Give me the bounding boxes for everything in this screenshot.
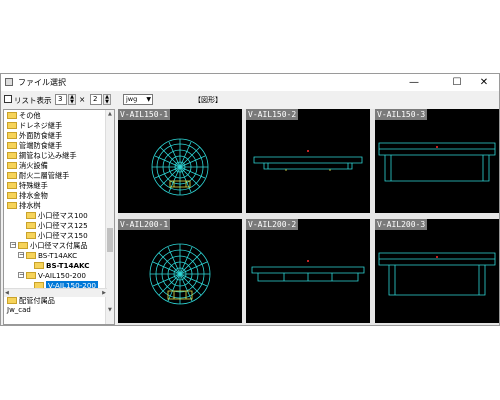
list-view-label: リスト表示 [14,96,52,105]
folder-icon [26,211,36,219]
folder-icon [7,181,17,189]
tree-item-pipe-end-anticorrosion[interactable]: 管端防食継手 [7,141,62,151]
preview-label: 【図形】 [194,96,222,104]
tree-item-screw-fittings[interactable]: 鋼管ねじ込み継手 [7,151,77,161]
tree-item-small-basin-150[interactable]: 小口径マス150 [26,231,88,241]
folder-icon [7,151,17,159]
section-view-drawing [378,142,496,182]
collapse-icon[interactable]: − [10,242,16,248]
app-icon [5,78,13,86]
folder-icon [7,111,17,119]
extension-value: jwg [126,95,138,103]
collapse-icon[interactable]: − [18,272,24,278]
thumbnail-v-ail200-2[interactable]: V-AIL200-2 [246,219,370,323]
close-button[interactable]: ✕ [469,74,499,91]
thumbnail-label: V-AIL200-2 [246,219,299,230]
folder-icon [7,161,17,169]
folder-tree[interactable]: その他 ドレネジ継手 外面防食継手 管端防食継手 鋼管ねじ込み継手 消火設備 耐… [3,109,115,325]
folder-icon [7,131,17,139]
file-select-window: ファイル選択 — ☐ ✕ リスト表示 3 ▲ ▼ × 2 ▲ ▼ jwg ▼ 【図形… [0,73,500,326]
tree-item-special-fittings[interactable]: 特殊継手 [7,181,48,191]
tree-item-dreneji[interactable]: ドレネジ継手 [7,121,62,131]
tree-item-drain-hardware[interactable]: 排水金物 [7,191,48,201]
folder-icon [7,141,17,149]
folder-icon [26,231,36,239]
collapse-icon[interactable]: − [18,252,24,258]
plan-view-drawing [149,243,211,305]
tree-item-small-basin-125[interactable]: 小口径マス125 [26,221,88,231]
thumbnail-v-ail150-3[interactable]: V-AIL150-3 [375,109,499,213]
thumbnail-label: V-AIL200-1 [118,219,171,230]
tree-item-other[interactable]: その他 [7,111,41,121]
thumbnail-v-ail200-3[interactable]: V-AIL200-3 [375,219,499,323]
folder-open-icon [26,251,36,259]
thumbnail-label: V-AIL200-3 [375,219,428,230]
thumbnail-v-ail150-2[interactable]: V-AIL150-2 [246,109,370,213]
folder-icon [7,201,17,209]
section-view-drawing [378,252,496,296]
tree-item-bs-t14akc[interactable]: − BS-T14AKC [18,251,77,261]
scroll-right-icon[interactable]: ▶ [102,290,106,296]
columns-stepper[interactable]: ▲ ▼ [68,94,76,105]
rows-stepper[interactable]: ▲ ▼ [103,94,111,105]
extension-select[interactable]: jwg ▼ [123,94,153,105]
folder-icon [7,191,17,199]
tree-item-bs-t14akc-child[interactable]: BS-T14AKC [34,261,90,271]
tree-item-small-basin-accessories[interactable]: − 小口径マス付属品 [10,241,88,251]
tree-item-outer-anticorrosion[interactable]: 外面防食継手 [7,131,62,141]
rows-input[interactable]: 2 [90,94,102,105]
thumbnail-label: V-AIL150-1 [118,109,171,120]
scroll-up-icon[interactable]: ▲ [108,111,112,117]
thumbnail-label: V-AIL150-2 [246,109,299,120]
chevron-down-icon: ▼ [146,96,151,103]
thumbnail-grid: V-AIL150-1 V-AIL150-2 V-AIL150-3 V-AIL20… [118,109,499,325]
window-title: ファイル選択 [18,78,66,87]
scroll-down-icon[interactable]: ▼ [108,307,112,313]
folder-icon [26,221,36,229]
toolbar: リスト表示 3 ▲ ▼ × 2 ▲ ▼ jwg ▼ 【図形】 [1,92,499,108]
thumbnail-v-ail150-1[interactable]: V-AIL150-1 [118,109,242,213]
plan-view-drawing [151,138,209,196]
folder-icon [7,171,17,179]
tree-item-drain-basin[interactable]: 排水桝 [7,201,41,211]
folder-icon [7,296,17,304]
tree-item-pipe-accessories[interactable]: 配管付属品 [7,296,55,306]
thumbnail-v-ail200-1[interactable]: V-AIL200-1 [118,219,242,323]
tree-status-jwcad: Jw_cad [7,306,31,314]
scroll-left-icon[interactable]: ◀ [5,290,9,296]
columns-input[interactable]: 3 [55,94,67,105]
side-view-drawing [251,260,365,282]
tree-item-fire-equipment[interactable]: 消火設備 [7,161,48,171]
folder-open-icon [18,241,28,249]
minimize-button[interactable]: — [399,74,429,91]
list-view-checkbox[interactable] [4,95,12,103]
tree-item-small-basin-100[interactable]: 小口径マス100 [26,211,88,221]
times-sign: × [79,95,86,104]
tree-item-fireproof-fittings[interactable]: 耐火二層管継手 [7,171,69,181]
scroll-thumb[interactable] [107,228,113,252]
folder-open-icon [26,271,36,279]
folder-icon [34,261,44,269]
thumbnail-label: V-AIL150-3 [375,109,428,120]
folder-icon [7,121,17,129]
side-view-drawing [253,150,363,171]
tree-horizontal-scrollbar[interactable]: ◀ ▶ [4,288,107,297]
tree-item-v-ail150-200[interactable]: − V-AIL150-200 [18,271,86,281]
title-bar[interactable]: ファイル選択 — ☐ ✕ [1,74,499,91]
maximize-button[interactable]: ☐ [442,74,472,91]
